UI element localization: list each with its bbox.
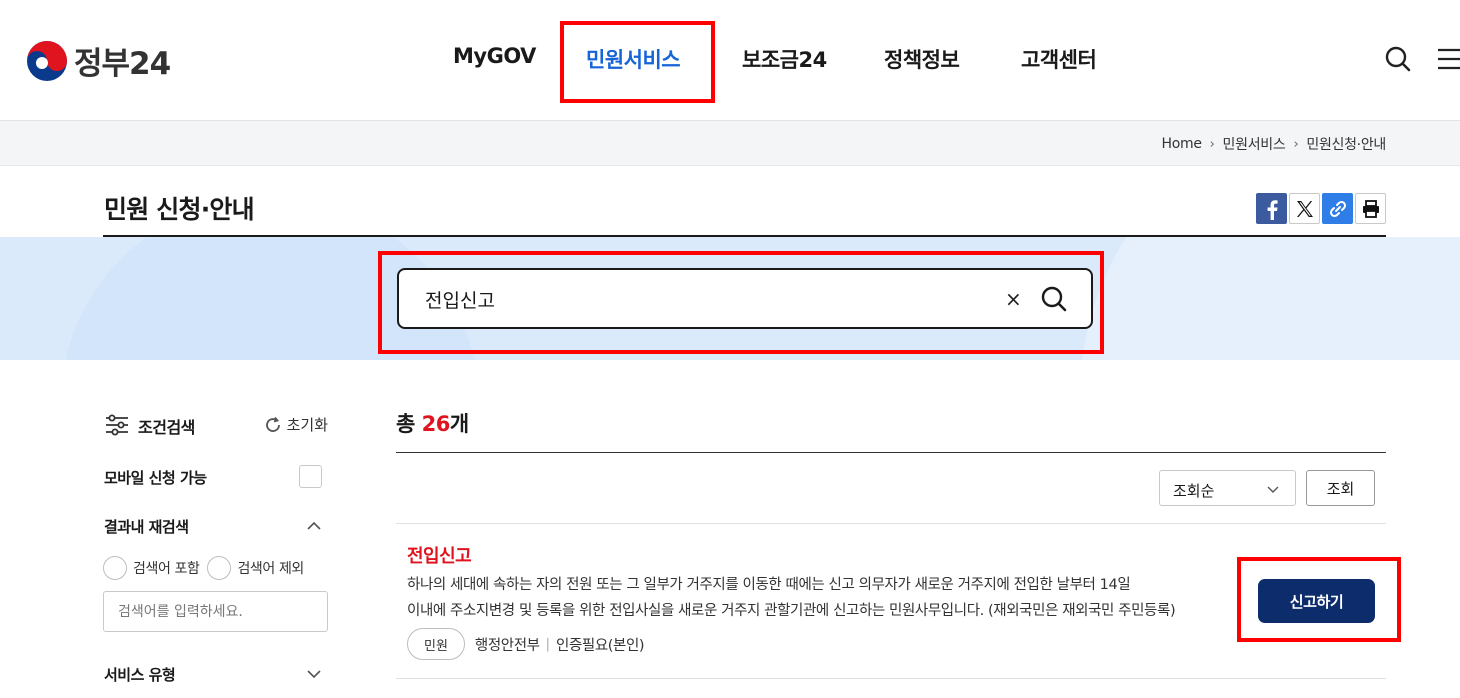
refine-search-label: 결과내 재검색 xyxy=(104,518,189,536)
menu-icon[interactable] xyxy=(1436,44,1460,74)
nav-customer-center[interactable]: 고객센터 xyxy=(1021,44,1097,74)
exclude-radio[interactable] xyxy=(207,556,232,580)
total-suffix: 개 xyxy=(449,412,469,436)
mobile-filter-checkbox[interactable] xyxy=(299,465,322,488)
chevron-up-icon[interactable] xyxy=(306,518,322,534)
refresh-icon xyxy=(265,416,280,432)
item-title[interactable]: 전입신고 xyxy=(407,542,472,568)
refine-search-input[interactable] xyxy=(103,591,328,632)
item-auth: 인증필요(본인) xyxy=(556,637,645,654)
item-description-line: 하나의 세대에 속하는 자의 전원 또는 그 일부가 거주지를 이동한 때에는 … xyxy=(407,577,1131,593)
breadcrumb-civil-service[interactable]: 민원서비스 xyxy=(1223,134,1286,154)
close-icon[interactable]: × xyxy=(1005,288,1022,310)
search-input[interactable] xyxy=(425,284,985,314)
mobile-filter-label: 모바일 신청 가능 xyxy=(104,469,207,487)
view-button[interactable]: 조회 xyxy=(1306,470,1375,506)
breadcrumb-current[interactable]: 민원신청·안내 xyxy=(1306,134,1386,154)
nav-subsidy24[interactable]: 보조금24 xyxy=(742,44,827,74)
copy-link-button[interactable] xyxy=(1322,193,1353,224)
reset-button[interactable]: 초기화 xyxy=(264,414,328,435)
sort-value: 조회순 xyxy=(1173,482,1215,500)
item-agency: 행정안전부 xyxy=(474,637,540,654)
search-box: × xyxy=(397,268,1093,329)
facebook-share-button[interactable] xyxy=(1256,193,1287,224)
results-divider xyxy=(396,452,1386,453)
chevron-right-icon: › xyxy=(1209,136,1215,152)
page-title: 민원 신청·안내 xyxy=(104,195,255,224)
breadcrumb-bar: Home › 민원서비스 › 민원신청·안내 xyxy=(0,121,1460,166)
facebook-icon xyxy=(1267,199,1278,220)
breadcrumb-home[interactable]: Home xyxy=(1161,136,1201,152)
filter-sliders-icon xyxy=(106,414,128,436)
chevron-down-icon xyxy=(1267,486,1279,493)
item-tag: 민원 xyxy=(407,628,465,660)
nav-civil-service[interactable]: 민원서비스 xyxy=(586,44,681,74)
result-total: 총 26개 xyxy=(396,408,469,438)
total-prefix: 총 xyxy=(396,412,422,436)
main-nav: MyGOV 민원서비스 보조금24 정책정보 고객센터 xyxy=(0,0,1460,120)
nav-policy-info[interactable]: 정책정보 xyxy=(884,44,960,74)
item-description-line: 이내에 주소지변경 및 등록을 위한 전입사실을 새로운 거주지 관할기관에 신… xyxy=(407,603,1176,619)
link-icon xyxy=(1329,200,1346,217)
item-meta: 민원 행정안전부 | 인증필요(본인) xyxy=(407,628,645,660)
print-icon xyxy=(1362,199,1379,218)
x-icon xyxy=(1296,200,1313,217)
refine-options: 검색어 포함 검색어 제외 xyxy=(103,556,312,580)
filter-header: 조건검색 초기화 xyxy=(104,412,328,438)
report-button[interactable]: 신고하기 xyxy=(1258,579,1375,623)
reset-label: 초기화 xyxy=(286,416,328,434)
exclude-label: 검색어 제외 xyxy=(237,561,304,577)
search-submit-icon[interactable] xyxy=(1039,284,1069,314)
decorative-circle xyxy=(1080,237,1460,360)
chevron-right-icon: › xyxy=(1293,136,1299,152)
share-toolbar xyxy=(1256,193,1386,224)
breadcrumb: Home › 민원서비스 › 민원신청·안내 xyxy=(1161,134,1386,154)
x-share-button[interactable] xyxy=(1289,193,1320,224)
print-button[interactable] xyxy=(1355,193,1386,224)
item-divider xyxy=(396,523,1386,524)
include-radio[interactable] xyxy=(103,556,127,580)
site-header: 정부24 MyGOV 민원서비스 보조금24 정책정보 고객센터 xyxy=(0,0,1460,121)
service-type-label: 서비스 유형 xyxy=(104,666,176,684)
include-label: 검색어 포함 xyxy=(133,561,200,577)
nav-mygov[interactable]: MyGOV xyxy=(453,44,536,68)
chevron-down-icon[interactable] xyxy=(306,666,322,682)
item-description: 하나의 세대에 속하는 자의 전원 또는 그 일부가 거주지를 이동한 때에는 … xyxy=(407,572,1230,624)
total-count: 26 xyxy=(421,412,451,436)
filter-title: 조건검색 xyxy=(138,418,195,437)
sort-select[interactable]: 조회순 xyxy=(1159,470,1296,506)
item-divider xyxy=(396,678,1386,679)
search-icon[interactable] xyxy=(1383,44,1413,74)
meta-divider: | xyxy=(545,636,551,652)
